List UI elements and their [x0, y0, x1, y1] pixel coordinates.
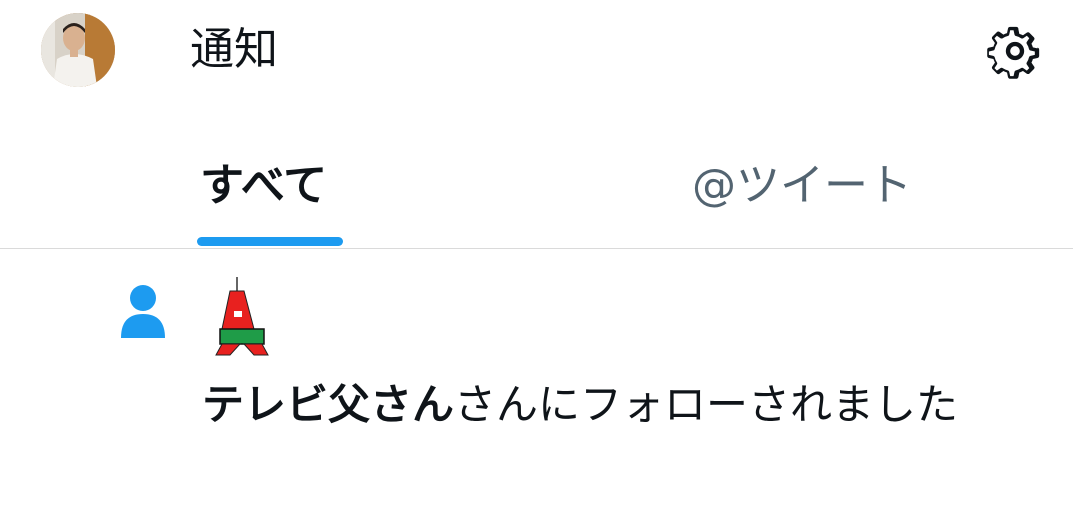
red-tower-avatar-icon[interactable] — [210, 277, 272, 361]
tab-bar: すべて @ツイート — [0, 128, 1073, 249]
gear-icon — [987, 26, 1040, 79]
notification-text: テレビ父さんさんにフォローされました — [202, 376, 1032, 434]
notification-item[interactable]: テレビ父さんさんにフォローされました — [0, 249, 1073, 523]
tab-all[interactable]: すべて — [200, 156, 327, 216]
user-photo-icon — [41, 13, 115, 87]
settings-button[interactable] — [986, 22, 1044, 80]
page-title: 通知 — [190, 24, 278, 75]
follower-name[interactable]: テレビ父さん — [202, 380, 454, 429]
active-tab-indicator — [197, 237, 343, 246]
tab-mentions[interactable]: @ツイート — [692, 156, 912, 216]
profile-avatar[interactable] — [41, 13, 115, 87]
person-icon — [121, 285, 165, 338]
header: 通知 — [0, 0, 1073, 100]
notification-message: さんにフォローされました — [454, 380, 959, 429]
